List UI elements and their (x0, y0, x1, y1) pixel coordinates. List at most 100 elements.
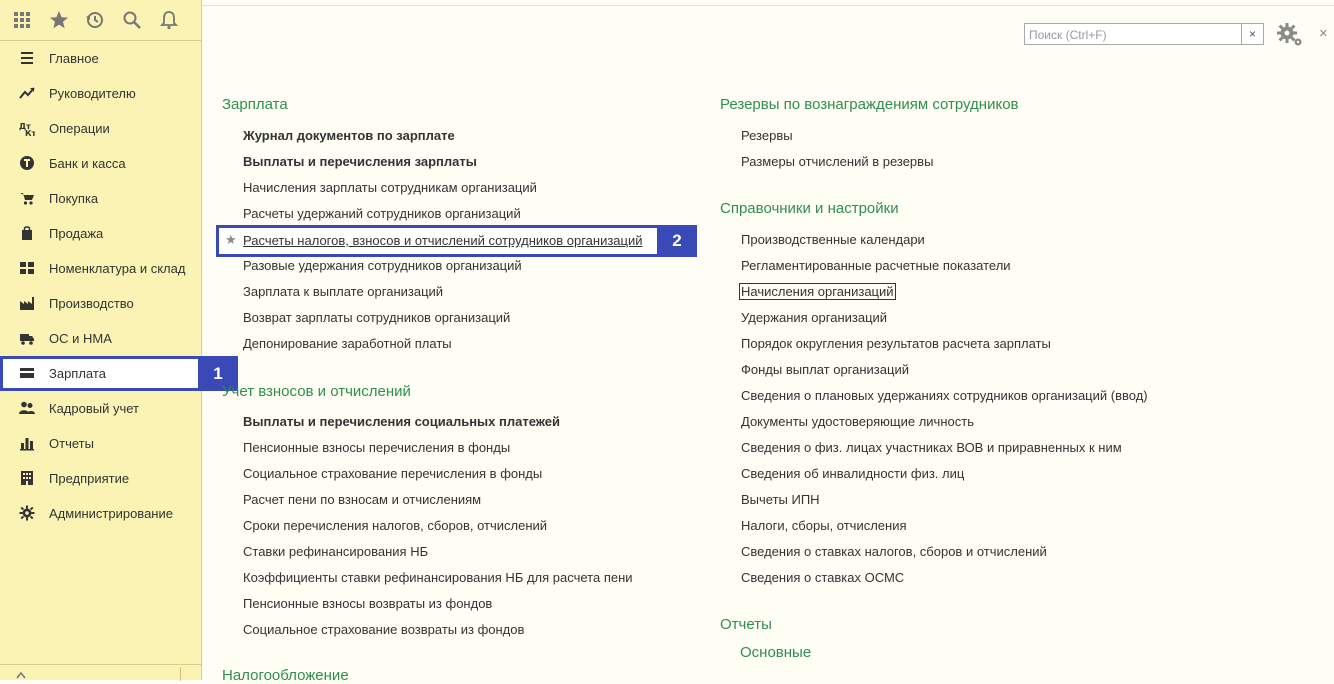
nav-link[interactable]: Удержания организаций (741, 310, 887, 325)
sidebar-item-label: Продажа (49, 226, 104, 241)
nav-link[interactable]: Сроки перечисления налогов, сборов, отчи… (243, 518, 547, 533)
nav-link[interactable]: Начисления зарплаты сотрудникам организа… (243, 180, 537, 195)
section-title-contributions: Учет взносов и отчислений (222, 383, 411, 400)
nav-link[interactable]: Налоги, сборы, отчисления (741, 518, 907, 533)
search-clear-button[interactable]: × (1242, 23, 1264, 45)
nav-link[interactable]: Регламентированные расчетные показатели (741, 258, 1011, 273)
sidebar-item-label: Предприятие (49, 471, 130, 486)
nav-link[interactable]: Социальное страхование перечисления в фо… (243, 466, 542, 481)
nav-link[interactable]: Пенсионные взносы возвраты из фондов (243, 596, 492, 611)
bell-icon[interactable] (158, 9, 180, 31)
people-icon (19, 401, 35, 414)
sidebar-item-label: Отчеты (49, 436, 94, 451)
sidebar-item-8[interactable]: ОС и НМА (0, 321, 201, 356)
nav-link[interactable]: Сведения о ставках ОСМС (741, 570, 904, 585)
sidebar-item-1[interactable]: Руководителю (0, 76, 201, 111)
main-panel: × × Зарплата Журнал документов по зарпла… (202, 0, 1334, 684)
nav-link[interactable]: Сведения о ставках налогов, сборов и отч… (741, 544, 1047, 559)
wallet-icon (20, 368, 34, 378)
sidebar-item-4[interactable]: Покупка (0, 181, 201, 216)
nav-link[interactable]: Коэффициенты ставки рефинансирования НБ … (243, 570, 633, 585)
sidebar-toolbar (0, 0, 201, 41)
nav-link[interactable]: Расчет пени по взносам и отчислениям (243, 492, 481, 507)
svg-text:Кт: Кт (25, 129, 35, 136)
nav-link[interactable]: Выплаты и перечисления зарплаты (243, 154, 477, 169)
nav-link[interactable]: Социальное страхование возвраты из фондо… (243, 622, 524, 637)
sidebar-item-0[interactable]: Главное (0, 41, 201, 76)
section-title-salary: Зарплата (222, 96, 288, 113)
sidebar-item-label: Производство (49, 296, 134, 311)
sidebar-item-5[interactable]: Продажа (0, 216, 201, 251)
section-title-reports: Отчеты (720, 616, 772, 633)
sidebar-item-label: Зарплата (49, 366, 106, 381)
sidebar-item-label: Кадровый учет (49, 401, 139, 416)
trend-icon (19, 87, 35, 99)
sidebar-item-label: Номенклатура и склад (49, 261, 186, 276)
search-input[interactable] (1027, 26, 1241, 44)
star-icon[interactable] (48, 9, 70, 31)
sidebar-item-7[interactable]: Производство (0, 286, 201, 321)
callout-2: 2 (657, 225, 697, 257)
sidebar-item-12[interactable]: Предприятие (0, 461, 201, 496)
sidebar-item-9[interactable]: Зарплата (0, 356, 201, 391)
footer-divider (180, 667, 181, 681)
nav-link[interactable]: Порядок округления результатов расчета з… (741, 336, 1051, 351)
nav-link[interactable]: Разовые удержания сотрудников организаци… (243, 258, 522, 273)
close-window-button[interactable]: × (1319, 25, 1328, 42)
sidebar-item-11[interactable]: Отчеты (0, 426, 201, 461)
nav-link[interactable]: Выплаты и перечисления социальных платеж… (243, 414, 560, 429)
nav-link[interactable]: Резервы (741, 128, 793, 143)
nav-link[interactable]: Фонды выплат организаций (741, 362, 909, 377)
sidebar-item-3[interactable]: Банк и касса (0, 146, 201, 181)
warehouse-icon (20, 262, 34, 274)
section-subtitle-main-reports: Основные (740, 644, 812, 661)
sidebar-item-label: ОС и НМА (49, 331, 112, 346)
sidebar-item-label: Руководителю (49, 86, 136, 101)
search-box (1024, 23, 1242, 45)
sidebar-item-13[interactable]: Администрирование (0, 496, 201, 531)
truck-icon (20, 334, 34, 345)
building-icon (21, 471, 33, 485)
sidebar-footer (0, 664, 201, 681)
nav-link[interactable]: Размеры отчислений в резервы (741, 154, 933, 169)
nav-link[interactable]: Депонирование заработной платы (243, 336, 452, 351)
sidebar-item-10[interactable]: Кадровый учет (0, 391, 201, 426)
nav-link[interactable]: Пенсионные взносы перечисления в фонды (243, 440, 510, 455)
section-title-references: Справочники и настройки (720, 200, 899, 217)
search-icon[interactable] (121, 9, 143, 31)
sidebar-item-2[interactable]: Дт Кт Операции (0, 111, 201, 146)
nav-link[interactable]: Начисления организаций (739, 283, 896, 300)
nav-link[interactable]: Ставки рефинансирования НБ (243, 544, 428, 559)
list-icon (21, 52, 33, 64)
chart-icon (20, 438, 34, 451)
section-title-reserves: Резервы по вознаграждениям сотрудников (720, 96, 1019, 113)
coin-icon (20, 156, 34, 170)
sidebar-item-label: Главное (49, 51, 99, 66)
nav-link[interactable]: Сведения о физ. лицах участниках ВОВ и п… (741, 440, 1122, 455)
expand-icon[interactable] (16, 669, 26, 679)
nav-link[interactable]: Расчеты налогов, взносов и отчислений со… (243, 233, 643, 248)
sidebar-item-6[interactable]: Номенклатура и склад (0, 251, 201, 286)
highlighted-link-box: ★ Расчеты налогов, взносов и отчислений с… (216, 225, 695, 257)
nav-link[interactable]: Вычеты ИПН (741, 492, 820, 507)
apps-grid-icon[interactable] (11, 9, 33, 31)
nav-link[interactable]: Расчеты удержаний сотрудников организаци… (243, 206, 521, 221)
nav-link[interactable]: Сведения об инвалидности физ. лиц (741, 466, 964, 481)
factory-icon (20, 297, 34, 310)
favorite-star-icon[interactable]: ★ (225, 232, 237, 248)
nav-link[interactable]: Журнал документов по зарплате (243, 128, 455, 143)
sidebar-item-label: Администрирование (49, 506, 173, 521)
settings-gear-icon[interactable] (1276, 22, 1304, 48)
history-icon[interactable] (84, 9, 106, 31)
bag-icon (22, 226, 32, 240)
nav-link[interactable]: Возврат зарплаты сотрудников организаций (243, 310, 510, 325)
cart-icon (20, 193, 34, 205)
gear-icon (19, 505, 35, 521)
nav-link[interactable]: Сведения о плановых удержаниях сотрудник… (741, 388, 1148, 403)
header-divider (202, 5, 1334, 6)
sidebar-item-label: Операции (49, 121, 110, 136)
dt-kt-icon: ДтКт (19, 122, 35, 136)
nav-link[interactable]: Производственные календари (741, 232, 925, 247)
nav-link[interactable]: Документы удостоверяющие личность (741, 414, 974, 429)
nav-link[interactable]: Зарплата к выплате организаций (243, 284, 443, 299)
